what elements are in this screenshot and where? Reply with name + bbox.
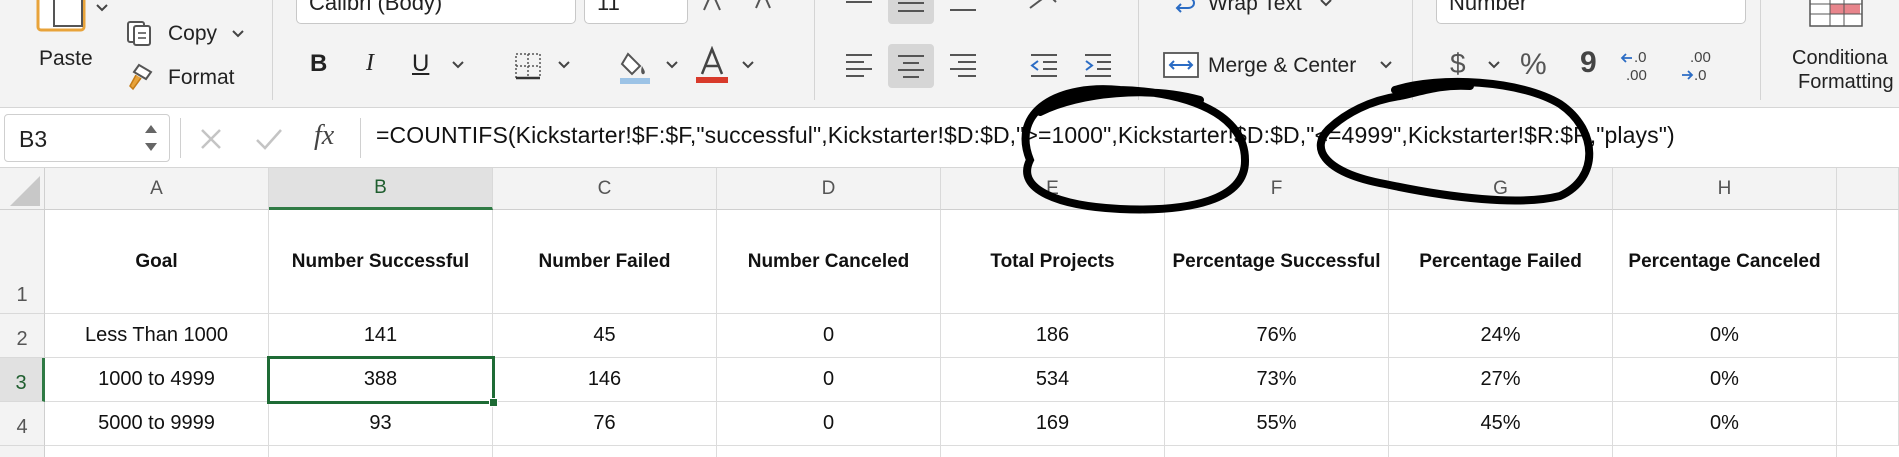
annotation-circle-1 bbox=[1021, 85, 1250, 214]
annotation-circles bbox=[1021, 77, 1594, 214]
annotation-circle-2 bbox=[1316, 77, 1594, 205]
